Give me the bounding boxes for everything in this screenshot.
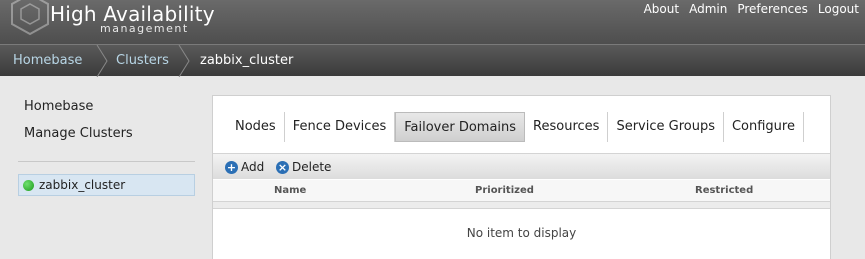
column-restricted[interactable]: Restricted bbox=[695, 185, 753, 196]
sidebar-homebase-link[interactable]: Homebase bbox=[24, 99, 93, 114]
admin-link[interactable]: Admin bbox=[689, 2, 727, 16]
add-circle-icon: + bbox=[225, 160, 238, 174]
add-label: Add bbox=[241, 160, 265, 174]
tab-nodes[interactable]: Nodes bbox=[227, 112, 285, 142]
breadcrumb-clusters[interactable]: Clusters bbox=[116, 45, 169, 77]
chevron-right-icon bbox=[96, 45, 108, 77]
hexagon-logo-icon bbox=[11, 0, 49, 36]
about-link[interactable]: About bbox=[644, 2, 679, 16]
main-panel: Nodes Fence Devices Failover Domains Res… bbox=[212, 95, 831, 259]
sidebar-divider bbox=[18, 161, 195, 162]
preferences-link[interactable]: Preferences bbox=[737, 2, 808, 16]
breadcrumb-homebase[interactable]: Homebase bbox=[13, 45, 82, 77]
logout-link[interactable]: Logout bbox=[818, 2, 859, 16]
top-header: High Availability management About Admin… bbox=[0, 0, 865, 44]
delete-button[interactable]: × Delete bbox=[276, 158, 331, 176]
column-name[interactable]: Name bbox=[274, 185, 306, 196]
cluster-label: zabbix_cluster bbox=[39, 178, 126, 192]
tab-fence-devices[interactable]: Fence Devices bbox=[285, 112, 396, 142]
chevron-right-icon bbox=[178, 45, 190, 77]
delete-circle-icon: × bbox=[276, 160, 289, 174]
grid-body: No item to display bbox=[213, 208, 830, 259]
empty-message: No item to display bbox=[466, 226, 577, 240]
tab-service-groups[interactable]: Service Groups bbox=[608, 112, 724, 142]
tab-bar: Nodes Fence Devices Failover Domains Res… bbox=[227, 112, 804, 142]
status-ok-icon bbox=[23, 180, 34, 191]
breadcrumb-current: zabbix_cluster bbox=[200, 53, 294, 68]
delete-label: Delete bbox=[292, 160, 332, 174]
breadcrumb: Homebase Clusters zabbix_cluster bbox=[0, 44, 865, 77]
app-subtitle: management bbox=[100, 22, 189, 35]
grid-header: Name Prioritized Restricted bbox=[213, 180, 830, 202]
sidebar-manage-clusters-link[interactable]: Manage Clusters bbox=[24, 126, 133, 141]
tab-resources[interactable]: Resources bbox=[525, 112, 609, 142]
column-prioritized[interactable]: Prioritized bbox=[475, 185, 534, 196]
tab-failover-domains[interactable]: Failover Domains bbox=[395, 112, 526, 142]
toolbar: + Add × Delete bbox=[213, 153, 830, 179]
add-button[interactable]: + Add bbox=[225, 158, 264, 176]
tab-configure[interactable]: Configure bbox=[724, 112, 804, 142]
top-links: About Admin Preferences Logout bbox=[644, 2, 859, 16]
sidebar-cluster-item[interactable]: zabbix_cluster bbox=[18, 174, 195, 196]
